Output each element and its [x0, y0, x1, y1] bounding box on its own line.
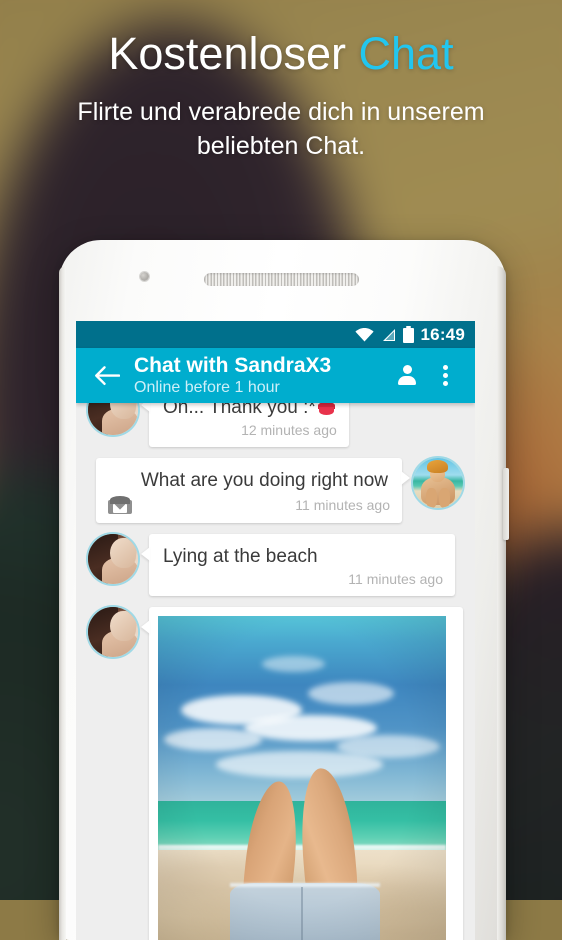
battery-shell — [402, 328, 414, 343]
message-text: Oh... Thank you :* — [163, 403, 316, 418]
battery-icon — [402, 326, 414, 343]
avatar[interactable] — [413, 458, 463, 509]
person-icon — [397, 364, 417, 387]
promo-subheadline: Flirte und verabrede dich in unserem bel… — [77, 98, 485, 160]
promo-headline: Kostenloser Chat — [0, 30, 562, 77]
message-meta: 11 minutes ago — [96, 495, 402, 523]
message-list[interactable]: Oh... Thank you :* 12 minutes ago What a… — [76, 403, 475, 940]
avatar-hair — [427, 460, 448, 474]
message-timestamp: 11 minutes ago — [348, 570, 443, 587]
promo-text-block: Kostenloser Chat Flirte und verabrede di… — [0, 30, 562, 163]
avatar[interactable] — [88, 606, 138, 657]
status-time: 16:49 — [420, 324, 465, 344]
app-bar: Chat with SandraX3 Online before 1 hour — [76, 348, 475, 403]
wifi-icon — [354, 327, 374, 342]
status-bar: 16:49 — [76, 321, 475, 348]
avatar-leg-right — [439, 488, 450, 509]
more-vertical-icon — [442, 365, 448, 386]
avatar-arm — [110, 537, 136, 568]
message-text: What are you doing right now — [140, 470, 388, 492]
message-row[interactable]: Lying at the beach 11 minutes ago — [76, 533, 475, 596]
message-timestamp: 11 minutes ago — [295, 496, 390, 513]
promo-headline-accent: Chat — [358, 28, 454, 79]
overflow-menu-button[interactable] — [426, 356, 464, 396]
message-bubble[interactable]: Lying at the beach 11 minutes ago — [149, 533, 455, 596]
message-text-wrap: Oh... Thank you :* — [149, 403, 349, 422]
envelope-flap — [110, 495, 130, 504]
signal-icon — [381, 328, 396, 342]
phone-mockup: 16:49 Chat with SandraX3 Online before 1… — [59, 240, 509, 940]
beach-photo[interactable] — [158, 615, 446, 940]
avatar-leg-left — [426, 488, 437, 509]
person-body — [398, 375, 416, 385]
promo-headline-plain: Kostenloser — [108, 28, 359, 79]
back-arrow-icon — [95, 365, 120, 385]
back-button[interactable] — [87, 356, 127, 396]
more-dot — [442, 381, 448, 386]
chat-online-status: Online before 1 hour — [134, 379, 280, 397]
front-camera-icon — [140, 272, 149, 281]
profile-button[interactable] — [388, 356, 426, 396]
avatar-arm — [110, 610, 136, 641]
kiss-lip-bottom — [318, 407, 334, 415]
message-bubble[interactable]: What are you doing right now 11 minutes … — [96, 458, 402, 523]
message-timestamp: 12 minutes ago — [241, 422, 337, 439]
avatar[interactable] — [88, 533, 138, 584]
person-head — [402, 364, 412, 374]
kiss-lips-icon — [317, 403, 335, 415]
message-text: Lying at the beach — [163, 545, 318, 567]
phone-edge-right — [497, 266, 506, 940]
earpiece-speaker — [204, 273, 359, 286]
avatar[interactable] — [88, 403, 138, 435]
photo-message-bubble[interactable] — [149, 606, 463, 940]
message-row[interactable]: What are you doing right now 11 minutes … — [76, 458, 475, 523]
chat-title: Chat with SandraX3 — [134, 353, 332, 377]
phone-screen: 16:49 Chat with SandraX3 Online before 1… — [76, 321, 475, 940]
message-meta: 11 minutes ago — [149, 571, 455, 596]
message-row[interactable] — [76, 606, 475, 940]
app-bar-titles: Chat with SandraX3 Online before 1 hour — [127, 354, 388, 398]
more-dot — [442, 365, 448, 370]
power-button[interactable] — [503, 468, 509, 540]
message-bubble[interactable]: Oh... Thank you :* 12 minutes ago — [149, 403, 349, 448]
phone-edge-left — [59, 266, 66, 940]
photo-vignette — [158, 615, 446, 940]
message-meta: 12 minutes ago — [149, 422, 349, 447]
message-row[interactable]: Oh... Thank you :* 12 minutes ago — [76, 403, 475, 448]
envelope-read-icon — [108, 495, 132, 514]
more-dot — [442, 373, 448, 378]
